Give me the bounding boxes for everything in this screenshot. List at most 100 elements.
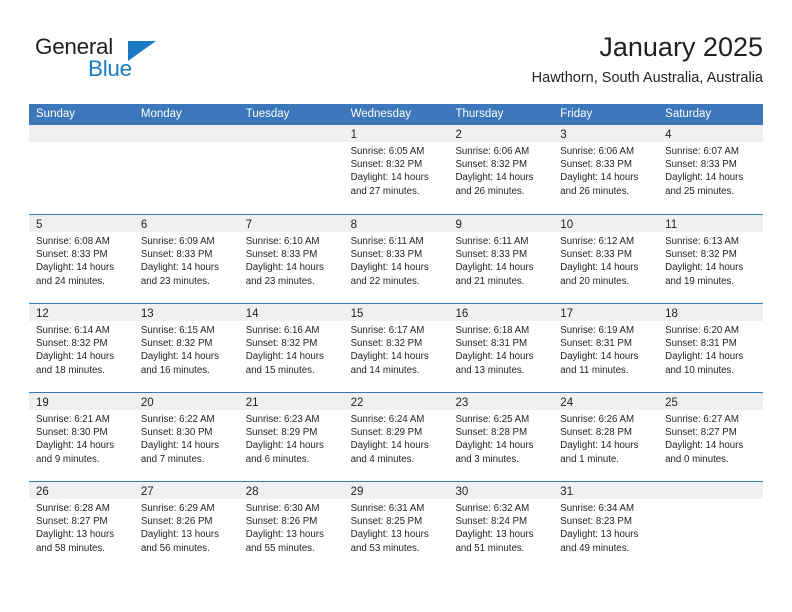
day-cell[interactable]: 17 Sunrise: 6:19 AM Sunset: 8:31 PM Dayligh…	[553, 304, 659, 392]
day-detail-line: Sunrise: 6:14 AM	[36, 325, 110, 336]
day-detail-line: and 7 minutes.	[140, 453, 205, 465]
day-detail-line: Sunset: 8:29 PM	[350, 427, 423, 439]
day-cell[interactable]: 2 Sunrise: 6:06 AM Sunset: 8:32 PM Daylight…	[448, 125, 554, 214]
day-detail-line: and 19 minutes.	[665, 275, 735, 287]
day-detail-line: Sunrise: 6:11 AM	[455, 236, 529, 247]
day-details: Sunrise: 6:29 AM Sunset: 8:26 PM Daylight:…	[134, 499, 239, 555]
day-cell[interactable]: 27 Sunrise: 6:29 AM Sunset: 8:26 PM Dayligh…	[133, 482, 239, 570]
day-cell[interactable]: 22 Sunrise: 6:24 AM Sunset: 8:29 PM Dayligh…	[343, 393, 449, 481]
day-number-band: 13	[133, 304, 239, 321]
day-number: 10	[560, 219, 574, 231]
day-detail-line: and 4 minutes.	[350, 453, 415, 465]
day-detail-line: and 13 minutes.	[455, 364, 525, 376]
day-cell[interactable]: 19 Sunrise: 6:21 AM Sunset: 8:30 PM Dayligh…	[29, 393, 134, 481]
day-detail-line: Sunset: 8:23 PM	[560, 516, 632, 528]
day-detail-line: and 3 minutes.	[455, 453, 519, 465]
day-detail-line: Sunset: 8:26 PM	[140, 516, 213, 528]
day-number: 18	[665, 308, 678, 320]
day-details: Sunrise: 6:32 AM Sunset: 8:24 PM Daylight:…	[448, 499, 553, 555]
day-cell[interactable]: 28 Sunrise: 6:30 AM Sunset: 8:26 PM Dayligh…	[238, 482, 344, 570]
day-cell[interactable]: 1 Sunrise: 6:05 AM Sunset: 8:32 PM Daylight…	[343, 125, 449, 214]
day-cell[interactable]: 20 Sunrise: 6:22 AM Sunset: 8:30 PM Dayligh…	[133, 393, 239, 481]
day-number: 12	[36, 308, 49, 320]
day-number-band: 23	[448, 393, 554, 410]
day-detail-line: Daylight: 14 hours	[140, 351, 219, 363]
day-detail-line: Sunrise: 6:07 AM	[665, 146, 739, 157]
day-number: 15	[350, 308, 364, 320]
page-subtitle: Hawthorn, South Australia, Australia	[531, 70, 763, 86]
day-detail-line: and 16 minutes.	[140, 364, 210, 376]
day-details: Sunrise: 6:19 AM Sunset: 8:31 PM Daylight:…	[553, 321, 658, 377]
day-cell[interactable]: 5 Sunrise: 6:08 AM Sunset: 8:33 PM Daylight…	[29, 215, 134, 303]
day-detail-line: Sunset: 8:33 PM	[36, 249, 108, 261]
day-detail-line: Daylight: 14 hours	[350, 351, 429, 363]
day-detail-line: Sunrise: 6:27 AM	[665, 414, 739, 425]
day-detail-line: Daylight: 14 hours	[245, 351, 324, 363]
day-cell[interactable]: 13 Sunrise: 6:15 AM Sunset: 8:32 PM Dayligh…	[133, 304, 239, 392]
day-detail-line: and 55 minutes.	[245, 542, 315, 554]
day-number-band: 22	[343, 393, 449, 410]
day-cell[interactable]: 18 Sunrise: 6:20 AM Sunset: 8:31 PM Dayligh…	[658, 304, 764, 392]
day-cell[interactable]: 23 Sunrise: 6:25 AM Sunset: 8:28 PM Dayligh…	[448, 393, 554, 481]
day-cell-empty	[133, 125, 239, 214]
day-cell[interactable]: 3 Sunrise: 6:06 AM Sunset: 8:33 PM Daylight…	[553, 125, 659, 214]
day-number-band: 14	[238, 304, 344, 321]
day-detail-line: Daylight: 14 hours	[350, 440, 429, 452]
day-number-band: 31	[553, 482, 659, 499]
day-cell[interactable]: 4 Sunrise: 6:07 AM Sunset: 8:33 PM Daylight…	[658, 125, 764, 214]
day-cell[interactable]: 11 Sunrise: 6:13 AM Sunset: 8:32 PM Dayligh…	[658, 215, 764, 303]
day-cell[interactable]: 31 Sunrise: 6:34 AM Sunset: 8:23 PM Dayligh…	[553, 482, 659, 570]
day-detail-line: Sunset: 8:31 PM	[455, 338, 528, 350]
day-cell[interactable]: 25 Sunrise: 6:27 AM Sunset: 8:27 PM Dayligh…	[658, 393, 764, 481]
day-number: 2	[455, 129, 462, 141]
day-details: Sunrise: 6:25 AM Sunset: 8:28 PM Daylight:…	[448, 410, 553, 466]
day-number: 8	[350, 219, 357, 231]
day-details: Sunrise: 6:23 AM Sunset: 8:29 PM Daylight:…	[239, 410, 344, 466]
day-cell[interactable]: 10 Sunrise: 6:12 AM Sunset: 8:33 PM Dayligh…	[553, 215, 659, 303]
day-number: 31	[560, 486, 574, 498]
day-detail-line: Sunset: 8:33 PM	[560, 159, 632, 171]
day-detail-line: Sunrise: 6:19 AM	[560, 325, 635, 336]
day-detail-line: Sunrise: 6:30 AM	[245, 503, 320, 514]
day-cell[interactable]: 26 Sunrise: 6:28 AM Sunset: 8:27 PM Dayligh…	[29, 482, 134, 570]
day-detail-line: Sunset: 8:32 PM	[36, 338, 108, 350]
day-number-band	[133, 125, 239, 142]
day-cell[interactable]: 14 Sunrise: 6:16 AM Sunset: 8:32 PM Dayligh…	[238, 304, 344, 392]
day-number: 6	[140, 219, 148, 231]
day-number: 4	[665, 129, 672, 141]
day-detail-line: and 18 minutes.	[36, 364, 105, 376]
day-detail-line: Sunrise: 6:16 AM	[245, 325, 320, 336]
day-number: 7	[245, 219, 253, 231]
day-detail-line: Daylight: 14 hours	[245, 262, 324, 274]
day-number-band: 4	[658, 125, 764, 142]
day-detail-line: Daylight: 13 hours	[245, 529, 324, 541]
day-cell[interactable]: 29 Sunrise: 6:31 AM Sunset: 8:25 PM Dayligh…	[343, 482, 449, 570]
day-cell[interactable]: 21 Sunrise: 6:23 AM Sunset: 8:29 PM Dayligh…	[238, 393, 344, 481]
day-cell[interactable]: 7 Sunrise: 6:10 AM Sunset: 8:33 PM Daylight…	[238, 215, 344, 303]
day-cell[interactable]: 12 Sunrise: 6:14 AM Sunset: 8:32 PM Dayligh…	[29, 304, 134, 392]
week-row: 26 Sunrise: 6:28 AM Sunset: 8:27 PM Dayligh…	[29, 481, 764, 570]
day-number-band	[29, 125, 134, 142]
day-detail-line: Sunset: 8:32 PM	[665, 249, 737, 261]
day-detail-line: Sunrise: 6:17 AM	[350, 325, 425, 336]
day-cell[interactable]: 9 Sunrise: 6:11 AM Sunset: 8:33 PM Daylight…	[448, 215, 554, 303]
day-detail-line: and 27 minutes.	[350, 185, 420, 197]
day-detail-line: Daylight: 13 hours	[140, 529, 219, 541]
day-number: 20	[140, 397, 154, 409]
week-row: 12 Sunrise: 6:14 AM Sunset: 8:32 PM Dayligh…	[29, 303, 764, 392]
day-cell[interactable]: 24 Sunrise: 6:26 AM Sunset: 8:28 PM Dayligh…	[553, 393, 659, 481]
day-number-band: 25	[658, 393, 764, 410]
day-details: Sunrise: 6:06 AM Sunset: 8:33 PM Daylight:…	[553, 142, 658, 198]
day-detail-line: Sunrise: 6:31 AM	[350, 503, 425, 514]
day-detail-line: and 11 minutes.	[560, 364, 629, 376]
day-detail-line: Daylight: 14 hours	[350, 262, 429, 274]
day-cell[interactable]: 15 Sunrise: 6:17 AM Sunset: 8:32 PM Dayligh…	[343, 304, 449, 392]
day-number: 30	[455, 486, 469, 498]
day-detail-line: Sunrise: 6:24 AM	[350, 414, 425, 425]
day-number-band: 9	[448, 215, 554, 232]
day-details: Sunrise: 6:13 AM Sunset: 8:32 PM Daylight:…	[658, 232, 763, 288]
day-cell[interactable]: 6 Sunrise: 6:09 AM Sunset: 8:33 PM Daylight…	[133, 215, 239, 303]
day-cell[interactable]: 30 Sunrise: 6:32 AM Sunset: 8:24 PM Dayligh…	[448, 482, 554, 570]
day-cell[interactable]: 16 Sunrise: 6:18 AM Sunset: 8:31 PM Dayligh…	[448, 304, 554, 392]
day-cell[interactable]: 8 Sunrise: 6:11 AM Sunset: 8:33 PM Daylight…	[343, 215, 449, 303]
